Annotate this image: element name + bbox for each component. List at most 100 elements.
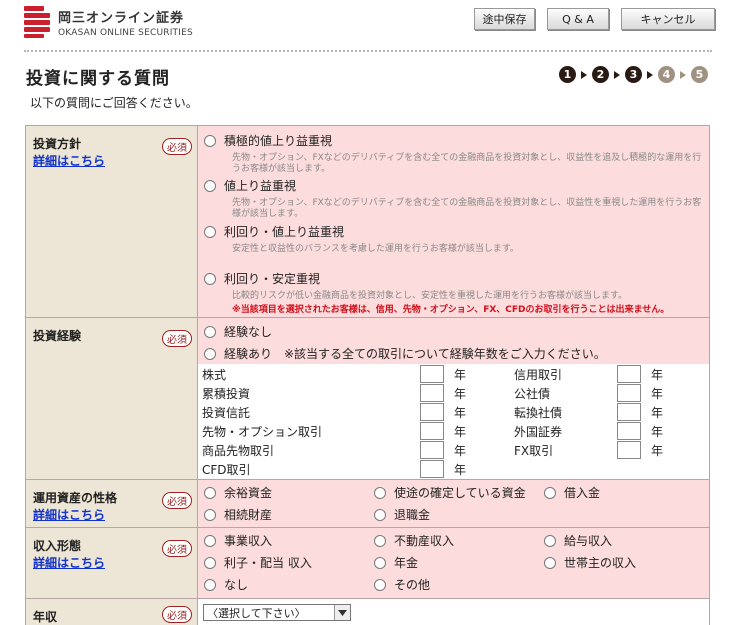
exp-futures-years-input[interactable] <box>420 422 444 440</box>
experience-has-option[interactable]: 経験あり ※該当する全ての取引について経験年数をご入力ください。 <box>204 345 606 362</box>
radio-icon[interactable] <box>204 347 216 360</box>
page-subtitle: 以下の質問にご回答ください。 <box>30 96 198 110</box>
required-badge: 必須 <box>162 540 192 557</box>
year-unit: 年 <box>651 406 664 420</box>
year-unit: 年 <box>454 368 467 382</box>
exp-fx-label: FX取引 <box>514 444 554 458</box>
assets-option-fixed[interactable]: 使途の確定している資金 <box>374 484 526 501</box>
policy-option-2[interactable]: 値上り益重視 <box>204 177 702 194</box>
radio-icon[interactable] <box>204 134 216 147</box>
radio-icon[interactable] <box>374 534 386 547</box>
income-option-other[interactable]: その他 <box>374 576 430 593</box>
year-unit: 年 <box>454 387 467 401</box>
income-option-householder[interactable]: 世帯主の収入 <box>544 554 636 571</box>
step-arrow-icon <box>614 70 620 79</box>
radio-icon[interactable] <box>544 534 556 547</box>
radio-icon[interactable] <box>374 578 386 591</box>
income-option-business[interactable]: 事業収入 <box>204 532 272 549</box>
logo-mark-icon <box>24 6 52 38</box>
chevron-down-icon[interactable] <box>334 605 350 620</box>
radio-icon[interactable] <box>204 578 216 591</box>
assets-option-surplus[interactable]: 余裕資金 <box>204 484 272 501</box>
exp-bond-label: 公社債 <box>514 387 551 401</box>
radio-icon[interactable] <box>374 556 386 569</box>
exp-stock-years-input[interactable] <box>420 365 444 383</box>
exp-cfd-label: CFD取引 <box>202 463 251 477</box>
radio-icon[interactable] <box>204 225 216 238</box>
radio-icon[interactable] <box>204 179 216 192</box>
assets-option-inheritance[interactable]: 相続財産 <box>204 506 272 523</box>
income-option-interest[interactable]: 利子・配当 収入 <box>204 554 312 571</box>
exp-foreign-years-input[interactable] <box>617 422 641 440</box>
radio-icon[interactable] <box>204 534 216 547</box>
exp-fx-years-input[interactable] <box>617 441 641 459</box>
annual-income-select[interactable]: 〈選択して下さい〉 <box>203 604 351 621</box>
annual-income-label-cell: 年収 必須 <box>25 599 198 625</box>
exp-commodity-years-input[interactable] <box>420 441 444 459</box>
exp-margin-years-input[interactable] <box>617 365 641 383</box>
qa-button[interactable]: Q & A <box>547 8 609 30</box>
cancel-button[interactable]: キャンセル <box>621 8 715 30</box>
radio-icon[interactable] <box>204 556 216 569</box>
assets-option-loan[interactable]: 借入金 <box>544 484 600 501</box>
policy-label-cell: 投資方針 詳細はこちら 必須 <box>25 126 198 317</box>
income-options: 事業収入 不動産収入 給与収入 利子・配当 収入 年金 世帯主の収入 なし その… <box>198 528 710 598</box>
exp-margin-label: 信用取引 <box>514 368 563 382</box>
policy-option-3-desc: 安定性と収益性のバランスを考慮した運用を行うお客様が該当します。 <box>232 244 519 254</box>
logo-subtitle: OKASAN ONLINE SECURITIES <box>58 27 193 38</box>
policy-option-1[interactable]: 積極的値上り益重視 <box>204 132 702 149</box>
exp-foreign-label: 外国証券 <box>514 425 563 439</box>
experience-none-option[interactable]: 経験なし <box>204 323 272 340</box>
year-unit: 年 <box>454 444 467 458</box>
radio-icon[interactable] <box>204 508 216 521</box>
exp-fund-label: 投資信託 <box>202 406 251 420</box>
policy-option-1-desc: 先物・オプション、FXなどのデリバティブを含む全ての金融商品を投資対象とし、収益… <box>232 153 702 174</box>
header: 岡三オンライン証券 OKASAN ONLINE SECURITIES 途中保存 … <box>0 0 732 46</box>
exp-futures-label: 先物・オプション取引 <box>202 425 323 439</box>
step-4: 4 <box>658 66 675 83</box>
exp-accum-years-input[interactable] <box>420 384 444 402</box>
radio-icon[interactable] <box>204 272 216 285</box>
radio-icon[interactable] <box>544 486 556 499</box>
exp-fund-years-input[interactable] <box>420 403 444 421</box>
radio-icon[interactable] <box>544 556 556 569</box>
assets-options: 余裕資金 使途の確定している資金 借入金 相続財産 退職金 <box>198 480 710 527</box>
exp-convertible-years-input[interactable] <box>617 403 641 421</box>
exp-bond-years-input[interactable] <box>617 384 641 402</box>
income-label-cell: 収入形態 詳細はこちら 必須 <box>25 528 198 598</box>
step-2: 2 <box>592 66 609 83</box>
income-option-pension[interactable]: 年金 <box>374 554 418 571</box>
radio-icon[interactable] <box>204 486 216 499</box>
header-divider <box>24 50 712 52</box>
exp-accum-label: 累積投資 <box>202 387 251 401</box>
income-option-realestate[interactable]: 不動産収入 <box>374 532 454 549</box>
radio-icon[interactable] <box>204 325 216 338</box>
assets-option-retirement[interactable]: 退職金 <box>374 506 430 523</box>
radio-icon[interactable] <box>374 486 386 499</box>
year-unit: 年 <box>651 368 664 382</box>
required-badge: 必須 <box>162 138 192 155</box>
policy-option-3[interactable]: 利回り・値上り益重視 <box>204 223 702 240</box>
income-row: 収入形態 詳細はこちら 必須 事業収入 不動産収入 給与収入 利子・配当 収入 … <box>25 528 710 599</box>
experience-row: 投資経験 必須 経験なし 経験あり ※該当する全ての取引について経験年数をご入力… <box>25 318 710 480</box>
exp-cfd-years-input[interactable] <box>420 460 444 478</box>
policy-option-4[interactable]: 利回り・安定重視 <box>204 270 712 287</box>
assets-label-cell: 運用資産の性格 詳細はこちら 必須 <box>25 480 198 527</box>
radio-icon[interactable] <box>374 508 386 521</box>
step-arrow-icon <box>581 70 587 79</box>
save-draft-button[interactable]: 途中保存 <box>474 8 535 30</box>
experience-options: 経験なし 経験あり ※該当する全ての取引について経験年数をご入力ください。 株式… <box>198 318 710 479</box>
logo: 岡三オンライン証券 OKASAN ONLINE SECURITIES <box>24 6 193 38</box>
exp-convertible-label: 転換社債 <box>514 406 563 420</box>
year-unit: 年 <box>651 444 664 458</box>
step-arrow-icon <box>647 70 653 79</box>
question-form: 投資方針 詳細はこちら 必須 積極的値上り益重視 先物・オプション、FXなどのデ… <box>25 125 710 625</box>
income-option-none[interactable]: なし <box>204 576 248 593</box>
page-title: 投資に関する質問 <box>26 69 170 89</box>
experience-label-cell: 投資経験 必須 <box>25 318 198 479</box>
exp-commodity-label: 商品先物取引 <box>202 444 275 458</box>
policy-option-2-desc: 先物・オプション、FXなどのデリバティブを含む全ての金融商品を投資対象とし、収益… <box>232 198 702 219</box>
policy-options: 積極的値上り益重視 先物・オプション、FXなどのデリバティブを含む全ての金融商品… <box>198 126 710 317</box>
income-option-salary[interactable]: 給与収入 <box>544 532 612 549</box>
required-badge: 必須 <box>162 606 192 623</box>
